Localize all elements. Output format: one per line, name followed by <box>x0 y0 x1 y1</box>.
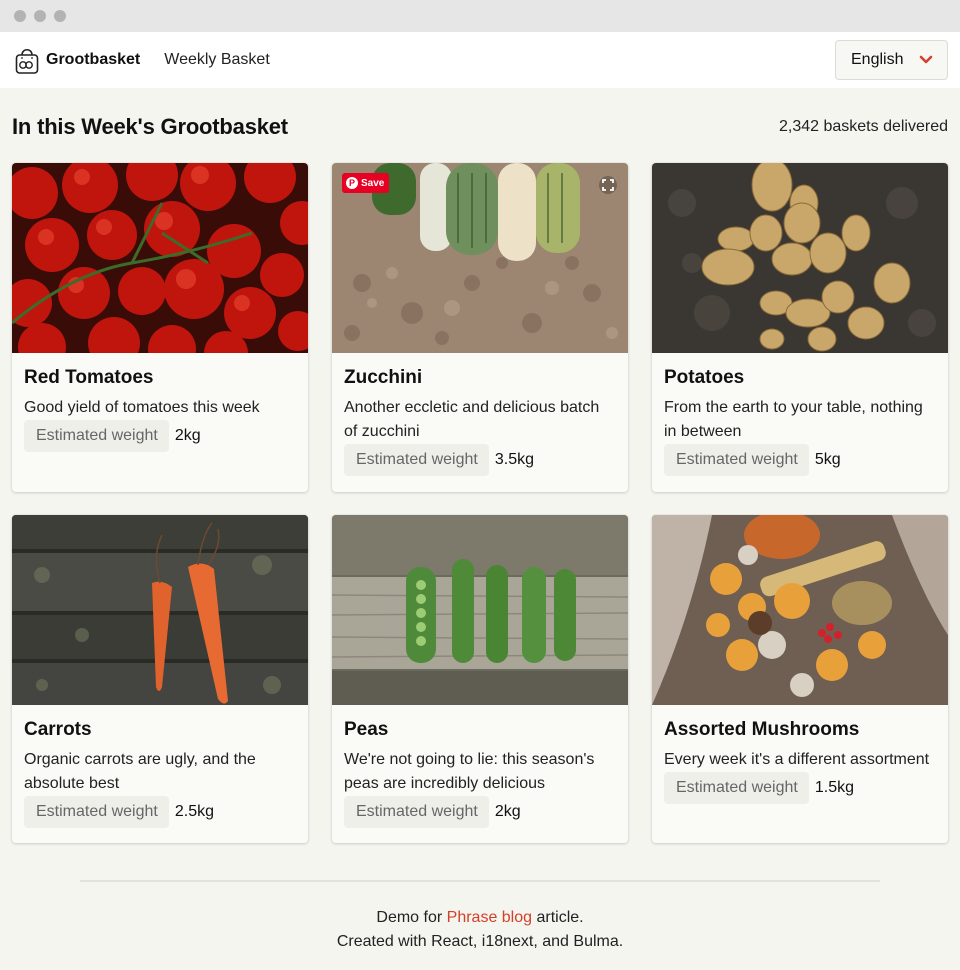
chevron-down-icon <box>919 55 933 65</box>
card-body: Red Tomatoes Good yield of tomatoes this… <box>12 353 308 452</box>
weight-label-tag: Estimated weight <box>344 796 489 828</box>
language-select-value: English <box>851 51 904 68</box>
pinterest-save-button[interactable]: P Save <box>342 173 390 193</box>
window-titlebar <box>0 0 960 32</box>
weight-value: 3.5kg <box>494 451 534 468</box>
potatoes-photo <box>652 163 948 353</box>
product-card-mushrooms: Assorted Mushrooms Every week it's a dif… <box>652 515 948 843</box>
basket-logo-icon <box>14 44 40 76</box>
weight-value: 2kg <box>174 427 201 444</box>
card-body: Assorted Mushrooms Every week it's a dif… <box>652 705 948 804</box>
weight-value: 5kg <box>814 451 841 468</box>
weight-value: 2.5kg <box>174 803 214 820</box>
weight-row: Estimated weight 1.5kg <box>664 772 936 804</box>
footer-line-1: Demo for Phrase blog article. <box>0 906 960 930</box>
product-card-zucchini: P Save Zucchini Another eccletic and del… <box>332 163 628 492</box>
weight-row: Estimated weight 2kg <box>24 420 296 452</box>
card-title: Red Tomatoes <box>24 367 154 388</box>
nav-link-weekly-basket[interactable]: Weekly Basket <box>164 51 270 69</box>
card-body: Potatoes From the earth to your table, n… <box>652 353 948 476</box>
weight-row: Estimated weight 5kg <box>664 444 936 476</box>
weight-label-tag: Estimated weight <box>344 444 489 476</box>
card-description: We're not going to lie: this season's pe… <box>344 751 595 792</box>
card-description: Another eccletic and delicious batch of … <box>344 399 600 440</box>
navbar: Grootbasket Weekly Basket English <box>0 32 960 88</box>
card-title: Carrots <box>24 719 92 740</box>
weight-row: Estimated weight 2kg <box>344 796 616 828</box>
card-body: Carrots Organic carrots are ugly, and th… <box>12 705 308 828</box>
language-select[interactable]: English <box>835 40 948 80</box>
card-body: Zucchini Another eccletic and delicious … <box>332 353 628 476</box>
brand-name: Grootbasket <box>46 51 141 68</box>
product-card-peas: Peas We're not going to lie: this season… <box>332 515 628 843</box>
card-description: Every week it's a different assortment <box>664 751 930 768</box>
card-title: Peas <box>344 719 389 740</box>
section-header: In this Week's Grootbasket 2,342 baskets… <box>12 114 948 140</box>
tomatoes-photo <box>12 163 308 353</box>
footer-divider <box>80 880 880 882</box>
weight-label-tag: Estimated weight <box>24 796 169 828</box>
mushrooms-photo <box>652 515 948 705</box>
expand-icon[interactable] <box>598 175 618 195</box>
pinterest-icon: P <box>346 177 358 189</box>
footer-prefix: Demo for <box>376 909 447 926</box>
carrots-photo <box>12 515 308 705</box>
weight-value: 1.5kg <box>814 779 854 796</box>
card-title: Assorted Mushrooms <box>664 719 860 740</box>
phrase-blog-link[interactable]: Phrase blog <box>447 909 532 926</box>
close-window-button[interactable] <box>14 10 26 22</box>
zucchini-photo: P Save <box>332 163 628 353</box>
product-card-potatoes: Potatoes From the earth to your table, n… <box>652 163 948 492</box>
footer: Demo for Phrase blog article. Created wi… <box>0 906 960 954</box>
weight-value: 2kg <box>494 803 521 820</box>
product-grid: Red Tomatoes Good yield of tomatoes this… <box>12 163 948 843</box>
weight-label-tag: Estimated weight <box>664 772 809 804</box>
page-title: In this Week's Grootbasket <box>12 114 288 139</box>
pin-save-label: Save <box>361 177 385 189</box>
brand-link[interactable]: Grootbasket <box>14 44 140 76</box>
card-description: Good yield of tomatoes this week <box>24 399 260 416</box>
minimize-window-button[interactable] <box>34 10 46 22</box>
product-card-tomatoes: Red Tomatoes Good yield of tomatoes this… <box>12 163 308 492</box>
deliveries-count: 2,342 baskets delivered <box>779 118 948 135</box>
weight-row: Estimated weight 2.5kg <box>24 796 296 828</box>
weight-label-tag: Estimated weight <box>664 444 809 476</box>
browser-window: Grootbasket Weekly Basket English In thi… <box>0 0 960 970</box>
card-description: From the earth to your table, nothing in… <box>664 399 923 440</box>
maximize-window-button[interactable] <box>54 10 66 22</box>
weight-label-tag: Estimated weight <box>24 420 169 452</box>
peas-photo <box>332 515 628 705</box>
footer-suffix: article. <box>532 909 584 926</box>
card-description: Organic carrots are ugly, and the absolu… <box>24 751 256 792</box>
footer-line-2: Created with React, i18next, and Bulma. <box>336 933 624 950</box>
weight-row: Estimated weight 3.5kg <box>344 444 616 476</box>
card-title: Zucchini <box>344 367 423 388</box>
product-card-carrots: Carrots Organic carrots are ugly, and th… <box>12 515 308 843</box>
card-title: Potatoes <box>664 367 745 388</box>
card-body: Peas We're not going to lie: this season… <box>332 705 628 828</box>
